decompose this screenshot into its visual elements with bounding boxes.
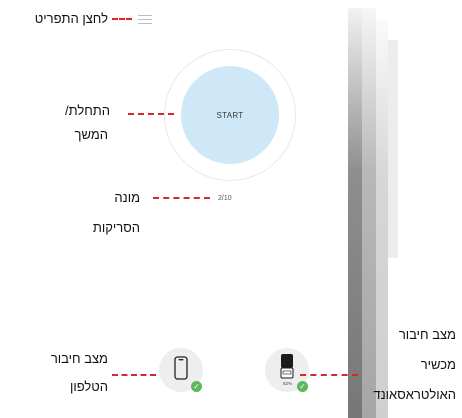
battery-percent: 82% xyxy=(283,381,293,386)
start-annotation-line2: המשך xyxy=(74,127,108,142)
annotation-line xyxy=(300,374,358,376)
annotation-line xyxy=(153,197,210,199)
counter-annotation-line1: מונה xyxy=(114,190,140,205)
start-label: START xyxy=(216,110,244,120)
annotation-line xyxy=(112,18,132,20)
start-annotation-line1: התחלת/ xyxy=(65,103,110,118)
start-button[interactable]: START xyxy=(181,66,279,164)
screen-shadow xyxy=(362,8,376,418)
ultrasound-annotation-line2: מכשיר xyxy=(420,357,456,372)
ultrasound-annotation-line1: מצב חיבור xyxy=(398,327,456,342)
scan-counter: 2/10 xyxy=(218,195,232,202)
check-icon: ✓ xyxy=(297,381,308,392)
ultrasound-annotation-line3: האולטראסאונד xyxy=(373,387,456,402)
annotation-line xyxy=(128,113,174,115)
screen-shadow xyxy=(376,20,388,418)
screen-shadow xyxy=(388,40,398,258)
screen-shadow xyxy=(348,8,362,418)
annotation-line xyxy=(112,374,156,376)
phone-annotation-line2: הטלפון xyxy=(69,379,108,394)
counter-annotation-line2: הסריקות xyxy=(92,220,140,235)
check-icon: ✓ xyxy=(191,381,202,392)
phone-annotation-line1: מצב חיבור xyxy=(50,351,108,366)
menu-icon[interactable] xyxy=(138,15,152,24)
menu-annotation: לחצן התפריט xyxy=(34,11,108,26)
